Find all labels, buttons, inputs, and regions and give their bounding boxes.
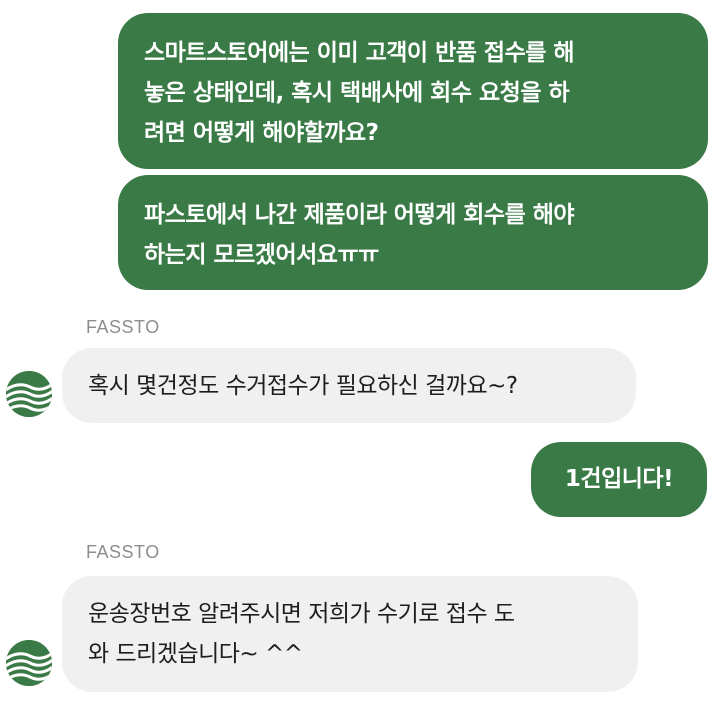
sender-name: FASSTO	[86, 317, 160, 337]
message-text-line: 파스토에서 나간 제품이라 어떻게 회수를 해야	[144, 202, 575, 228]
sender-name: FASSTO	[86, 542, 160, 562]
outgoing-message-bubble[interactable]: 1건입니다!	[531, 442, 707, 517]
message-text-line: 운송장번호 알려주시면 저희가 수기로 접수 도	[88, 601, 515, 627]
message-text-line: 스마트스토어에는 이미 고객이 반품 접수를 해	[144, 40, 575, 66]
message-text-line: 혹시 몇건정도 수거접수가 필요하신 걸까요~?	[88, 373, 518, 399]
chat-conversation: 스마트스토어에는 이미 고객이 반품 접수를 해 놓은 상태인데, 혹시 택배사…	[0, 0, 724, 706]
fassto-logo-icon[interactable]	[6, 640, 52, 686]
outgoing-message-bubble[interactable]: 파스토에서 나간 제품이라 어떻게 회수를 해야 하는지 모르겠어서요ㅠㅠ	[118, 175, 708, 290]
outgoing-message-bubble[interactable]: 스마트스토어에는 이미 고객이 반품 접수를 해 놓은 상태인데, 혹시 택배사…	[118, 13, 708, 169]
message-text-line: 하는지 모르겠어서요ㅠㅠ	[144, 242, 379, 268]
message-text-line: 려면 어떻게 해야할까요?	[144, 120, 379, 146]
incoming-message-bubble[interactable]: 운송장번호 알려주시면 저희가 수기로 접수 도 와 드리겠습니다~ ^^	[62, 576, 638, 692]
incoming-message-bubble[interactable]: 혹시 몇건정도 수거접수가 필요하신 걸까요~?	[62, 348, 636, 423]
message-text-line: 와 드리겠습니다~ ^^	[88, 641, 303, 667]
fassto-logo-icon[interactable]	[6, 371, 52, 417]
message-text-line: 놓은 상태인데, 혹시 택배사에 회수 요청을 하	[144, 80, 570, 106]
message-text-line: 1건입니다!	[564, 466, 674, 492]
